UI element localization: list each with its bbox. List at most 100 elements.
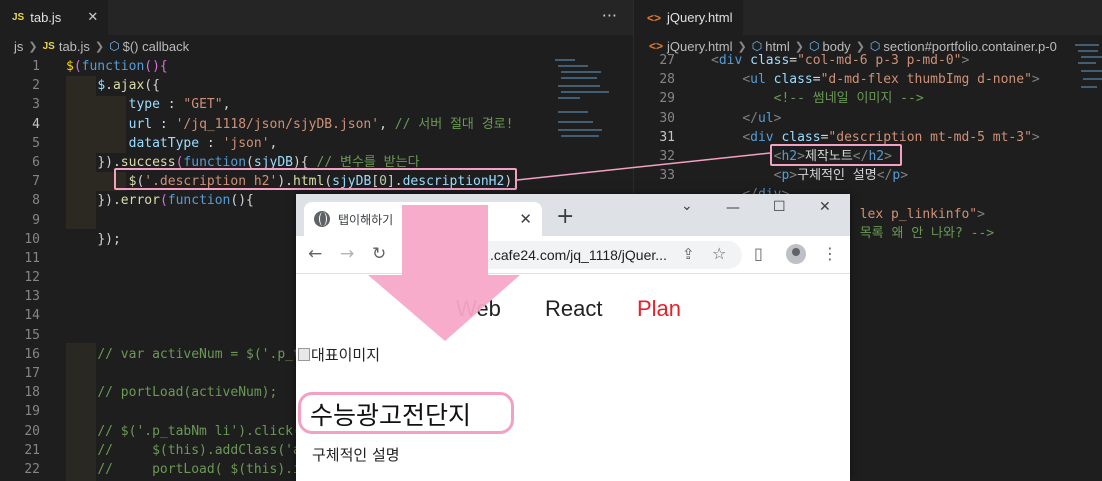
editor-tab-bar: <> jQuery.html bbox=[635, 0, 1102, 35]
line-number: 18 bbox=[24, 385, 40, 401]
code-line[interactable]: 29 <!-- 썸네일 이미지 --> bbox=[635, 89, 1102, 108]
description-text: 구체적인 설명 bbox=[312, 446, 400, 464]
menu-icon[interactable]: ⋮ bbox=[822, 244, 838, 263]
editor-tab-bar: JS tab.js ✕ ··· bbox=[0, 0, 633, 35]
line-number: 20 bbox=[24, 423, 40, 439]
symbol-method-icon: ⬡ bbox=[109, 39, 120, 53]
menu-item-web[interactable]: Web bbox=[456, 296, 501, 322]
line-number: 1 bbox=[32, 59, 40, 74]
chevron-right-icon: ❯ bbox=[94, 40, 105, 53]
code-line[interactable]: 3 type : "GET", bbox=[0, 95, 633, 114]
minimap[interactable] bbox=[1075, 40, 1102, 150]
code-line[interactable]: 27 <div class="col-md-6 p-3 p-md-0"> bbox=[635, 51, 1102, 70]
star-icon[interactable]: ☆ bbox=[712, 244, 726, 263]
code-text: <!-- 썸네일 이미지 --> bbox=[773, 91, 924, 107]
minimap[interactable] bbox=[555, 57, 615, 167]
line-number: 14 bbox=[24, 308, 40, 324]
code-text: }).error(function(){ bbox=[97, 193, 254, 209]
code-text: type : "GET", bbox=[128, 97, 231, 113]
code-line-highlight-annotation bbox=[114, 168, 517, 190]
menu-item-react[interactable]: React bbox=[545, 296, 602, 322]
code-text: <p>구체적인 설명</p> bbox=[773, 168, 909, 184]
new-tab-button[interactable]: + bbox=[556, 204, 574, 229]
line-number: 31 bbox=[659, 129, 675, 145]
line-number: 4 bbox=[32, 116, 40, 132]
tab-label: tab.js bbox=[30, 10, 62, 25]
js-file-icon: JS bbox=[42, 40, 55, 52]
reload-button[interactable]: ↻ bbox=[372, 244, 386, 264]
back-button[interactable]: ← bbox=[308, 244, 322, 264]
profile-avatar[interactable] bbox=[786, 244, 806, 264]
browser-tab[interactable]: 탭이해하기 ✕ bbox=[304, 202, 542, 236]
js-file-icon: JS bbox=[12, 12, 25, 23]
chevron-right-icon: ❯ bbox=[28, 40, 38, 53]
share-icon[interactable]: ⇪ bbox=[682, 245, 695, 263]
tab-jquery-html[interactable]: <> jQuery.html bbox=[635, 0, 743, 35]
address-bar[interactable]: .cafe24.com/jq_1118/jQuer... ⇪ ☆ bbox=[406, 241, 742, 269]
code-line[interactable]: 33 <p>구체적인 설명</p> bbox=[635, 166, 1102, 185]
page-content: Web React Plan 대표이미지 수능광고전단지 구체적인 설명 bbox=[296, 274, 850, 481]
line-number: 13 bbox=[24, 289, 40, 305]
more-actions-icon[interactable]: ··· bbox=[602, 6, 617, 25]
image-alt-text: 대표이미지 bbox=[311, 346, 381, 364]
code-text: // portLoad(activeNum); bbox=[97, 385, 278, 401]
line-number: 16 bbox=[24, 346, 40, 362]
line-number: 32 bbox=[659, 148, 675, 164]
code-text: </ul> bbox=[742, 110, 782, 126]
line-number: 3 bbox=[32, 97, 40, 113]
code-text: // portLoad( $(this).i bbox=[97, 461, 301, 477]
line-number: 12 bbox=[24, 270, 40, 286]
breadcrumb: js ❯ JS tab.js ❯ ⬡ $() callback bbox=[0, 35, 633, 57]
html-file-icon: <> bbox=[647, 10, 662, 25]
line-number: 33 bbox=[659, 168, 675, 184]
tab-tab-js[interactable]: JS tab.js ✕ bbox=[0, 0, 109, 35]
h2-tag-highlight-annotation bbox=[770, 144, 902, 166]
browser-toolbar: ← → ↻ .cafe24.com/jq_1118/jQuer... ⇪ ☆ ▯… bbox=[296, 236, 850, 274]
code-line[interactable]: 1 $(function(){ bbox=[0, 57, 633, 76]
code-text: $(function(){ bbox=[66, 59, 168, 74]
close-window-button[interactable]: ✕ bbox=[819, 199, 831, 215]
url-text: .cafe24.com/jq_1118/jQuer... bbox=[490, 247, 667, 263]
code-text: url : '/jq_1118/json/sjyDB.json', // 서버 … bbox=[128, 116, 514, 132]
forward-button[interactable]: → bbox=[340, 244, 354, 264]
code-text: // $('.p_tabNm li').click( bbox=[97, 423, 301, 439]
line-number: 5 bbox=[32, 135, 40, 151]
code-line[interactable]: 2 $.ajax({ bbox=[0, 76, 633, 95]
code-text: <div class="col-md-6 p-3 p-md-0"> bbox=[711, 53, 970, 68]
chevron-down-icon[interactable]: ⌄ bbox=[681, 198, 693, 214]
line-number: 11 bbox=[24, 250, 40, 266]
breadcrumb-folder[interactable]: js bbox=[14, 39, 23, 54]
code-text: // $(this).addClass('a bbox=[97, 442, 301, 458]
code-text: $.ajax({ bbox=[97, 78, 160, 94]
line-number: 2 bbox=[32, 78, 40, 94]
description-heading: 수능광고전단지 bbox=[310, 401, 472, 430]
code-line[interactable]: 30 </ul> bbox=[635, 109, 1102, 128]
globe-icon bbox=[314, 211, 330, 227]
line-number: 28 bbox=[659, 72, 675, 88]
browser-title-bar: 탭이해하기 ✕ + ⌄ — ☐ ✕ bbox=[296, 194, 850, 236]
code-line[interactable]: 28 <ul class="d-md-flex thumbImg d-none"… bbox=[635, 70, 1102, 89]
browser-window: 탭이해하기 ✕ + ⌄ — ☐ ✕ ← → ↻ .cafe24.com/jq_1… bbox=[296, 194, 850, 481]
line-number: 22 bbox=[24, 461, 40, 477]
close-icon[interactable]: ✕ bbox=[87, 10, 98, 25]
tab-label: jQuery.html bbox=[667, 10, 733, 25]
close-icon[interactable]: ✕ bbox=[519, 210, 532, 228]
maximize-button[interactable]: ☐ bbox=[773, 199, 786, 215]
browser-tab-title: 탭이해하기 bbox=[338, 212, 394, 227]
line-number: 17 bbox=[24, 366, 40, 381]
breadcrumb-symbol[interactable]: $() callback bbox=[123, 39, 189, 54]
line-number: 8 bbox=[32, 193, 40, 209]
line-number: 29 bbox=[659, 91, 675, 107]
menu-item-plan[interactable]: Plan bbox=[637, 296, 681, 322]
breadcrumb-file[interactable]: tab.js bbox=[59, 39, 90, 54]
code-line[interactable]: 5 datatType : 'json', bbox=[0, 134, 633, 153]
sidebar-icon[interactable]: ▯ bbox=[754, 244, 763, 263]
line-number: 27 bbox=[659, 53, 675, 68]
minimize-button[interactable]: — bbox=[726, 200, 740, 216]
line-number: 21 bbox=[24, 442, 40, 458]
line-number: 6 bbox=[32, 154, 40, 170]
line-number: 7 bbox=[32, 174, 40, 190]
main-image: 대표이미지 bbox=[298, 344, 380, 365]
code-line[interactable]: 4 url : '/jq_1118/json/sjyDB.json', // 서… bbox=[0, 115, 633, 134]
line-number: 19 bbox=[24, 404, 40, 420]
